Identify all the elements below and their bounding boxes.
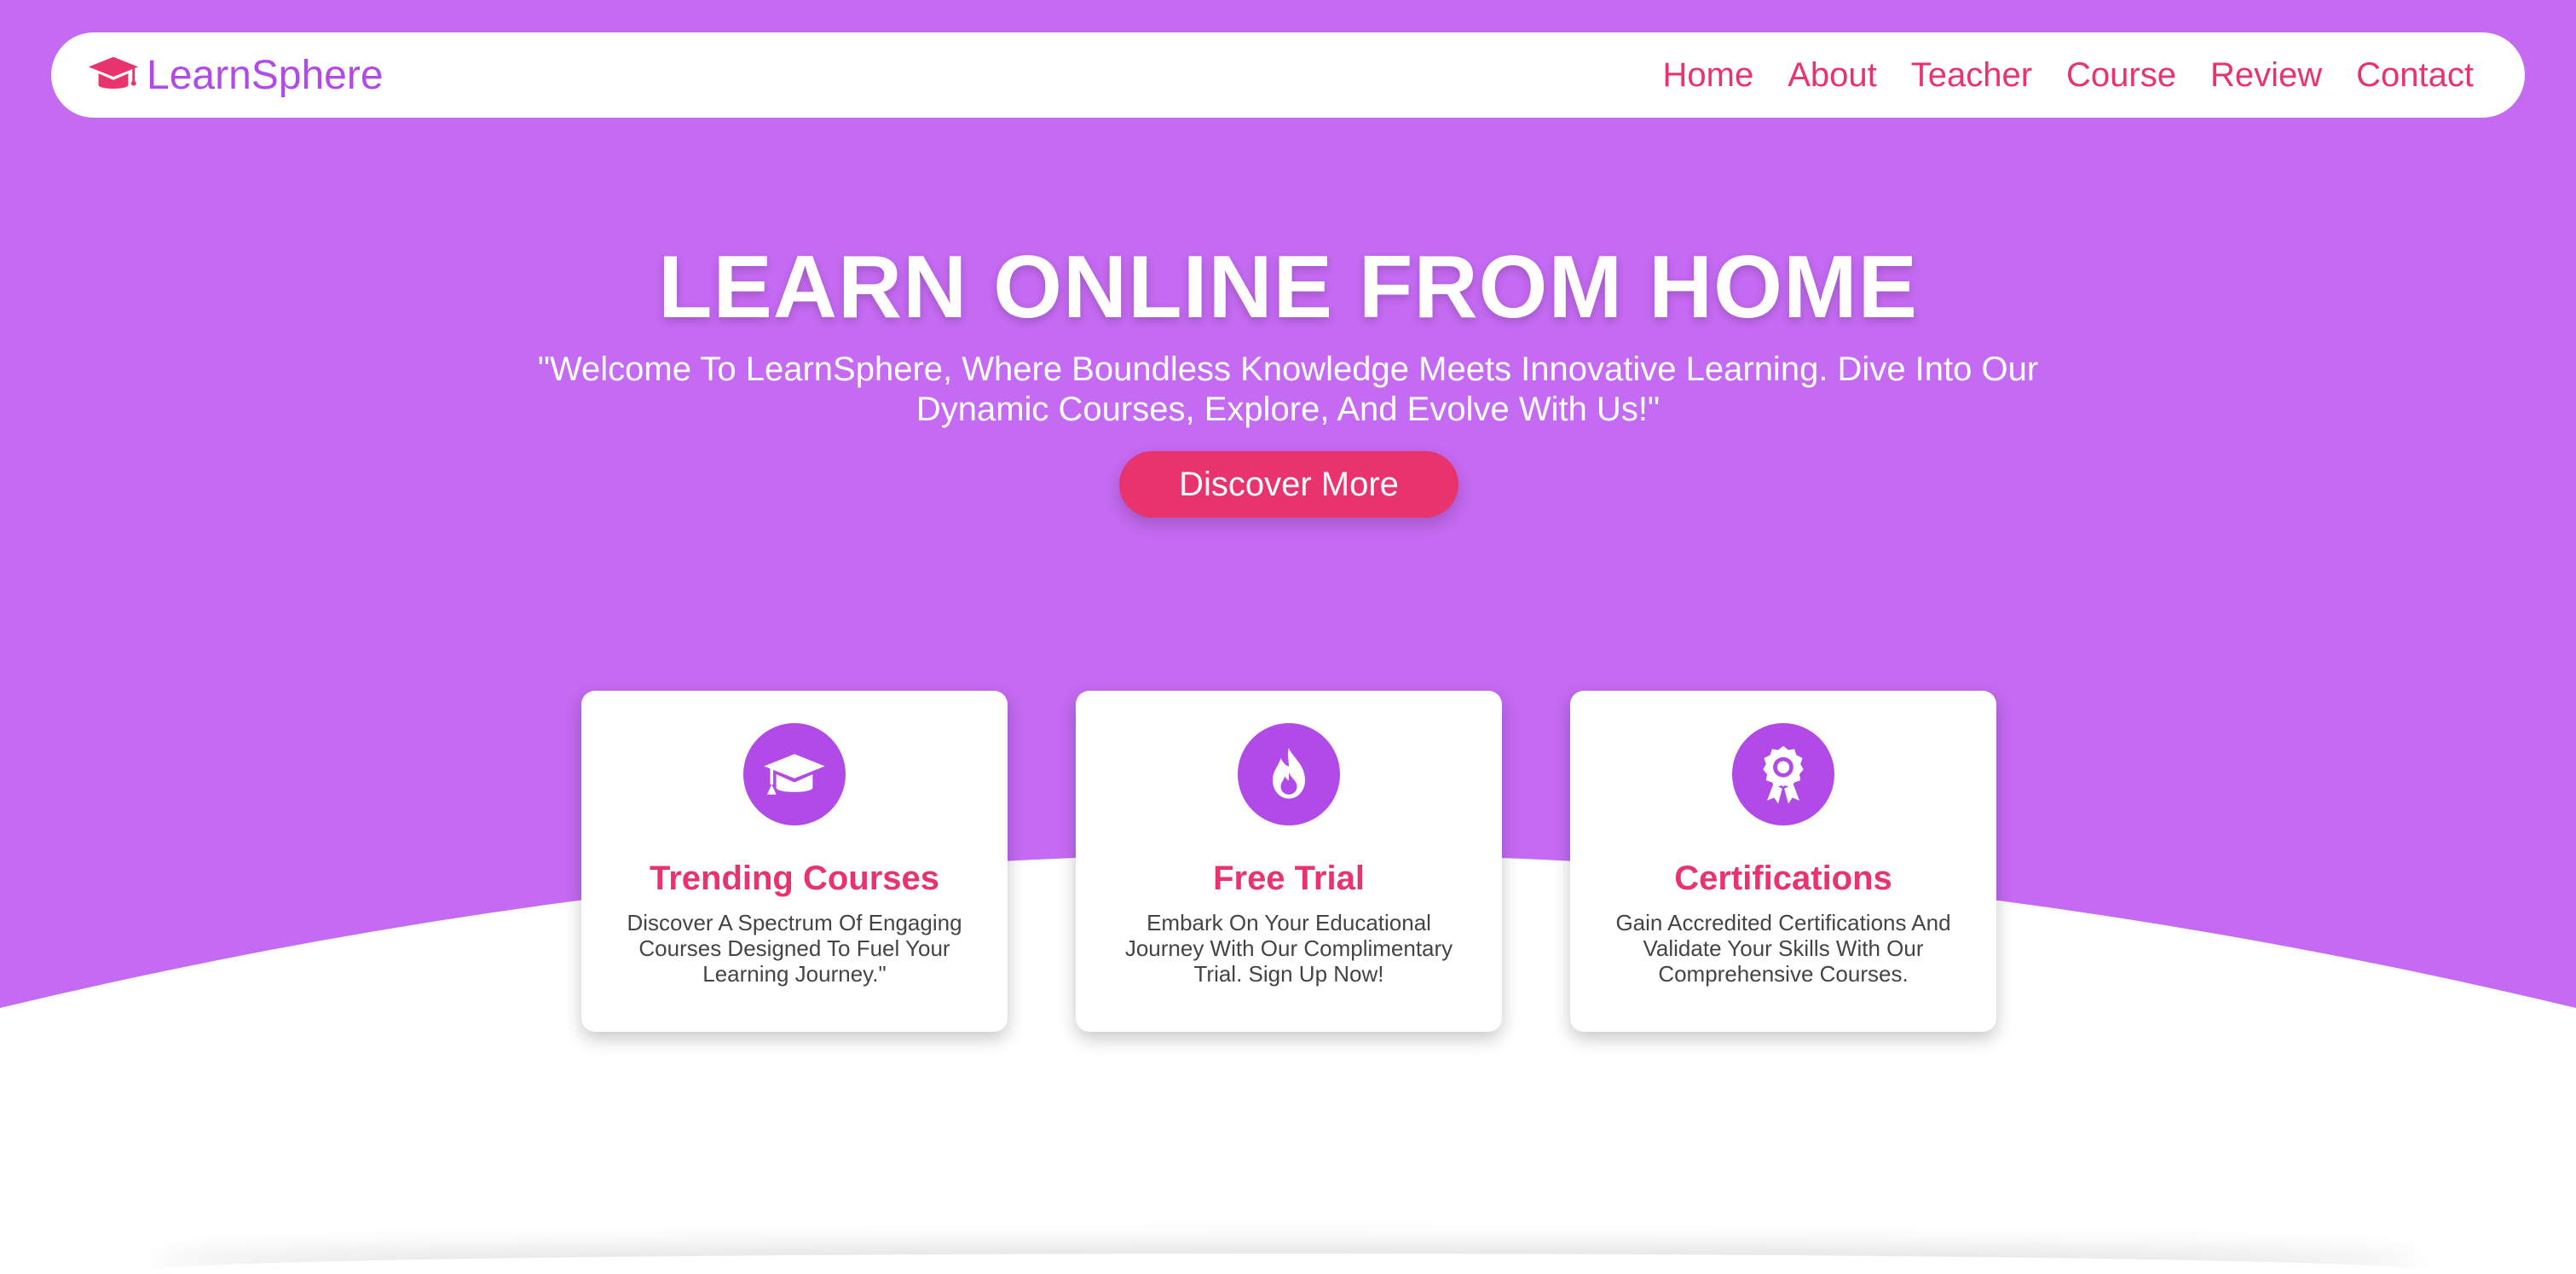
feature-icon-circle: [743, 723, 846, 825]
logo-text: LearnSphere: [147, 52, 384, 98]
graduation-cap-icon: [764, 754, 825, 795]
feature-icon-circle: [1238, 723, 1340, 825]
discover-more-button[interactable]: Discover More: [1119, 451, 1458, 518]
award-icon: [1763, 745, 1804, 804]
feature-text: Discover A Spectrum Of Engaging Courses …: [627, 910, 962, 987]
feature-text: Gain Accredited Certifications And Valid…: [1615, 910, 1951, 987]
feature-title: Certifications: [1674, 860, 1892, 897]
feature-card-trending-courses[interactable]: Trending Courses Discover A Spectrum Of …: [581, 691, 1008, 1032]
feature-icon-circle: [1732, 723, 1834, 825]
nav-link-course[interactable]: Course: [2066, 56, 2176, 95]
nav-link-contact[interactable]: Contact: [2356, 56, 2474, 95]
nav-links: Home About Teacher Course Review Contact: [1662, 56, 2474, 95]
nav-link-about[interactable]: About: [1788, 56, 1877, 95]
feature-card-free-trial[interactable]: Free Trial Embark On Your Educational Jo…: [1076, 691, 1502, 1032]
navbar: LearnSphere Home About Teacher Course Re…: [51, 32, 2525, 118]
hero-title: LEARN ONLINE FROM HOME: [658, 238, 1918, 337]
graduation-cap-icon: [88, 56, 139, 89]
hero-background: [0, 0, 2576, 1008]
feature-title: Free Trial: [1213, 860, 1365, 897]
logo[interactable]: LearnSphere: [87, 49, 384, 101]
nav-link-home[interactable]: Home: [1662, 56, 1753, 95]
feature-text: Embark On Your Educational Journey With …: [1124, 910, 1453, 987]
nav-link-review[interactable]: Review: [2210, 56, 2322, 95]
feature-title: Trending Courses: [649, 860, 940, 897]
feature-card-certifications[interactable]: Certifications Gain Accredited Certifica…: [1570, 691, 1996, 1032]
fire-icon: [1273, 748, 1305, 799]
hero-subtitle: "Welcome To LearnSphere, Where Boundless…: [537, 350, 2039, 428]
nav-link-teacher[interactable]: Teacher: [1911, 56, 2032, 95]
